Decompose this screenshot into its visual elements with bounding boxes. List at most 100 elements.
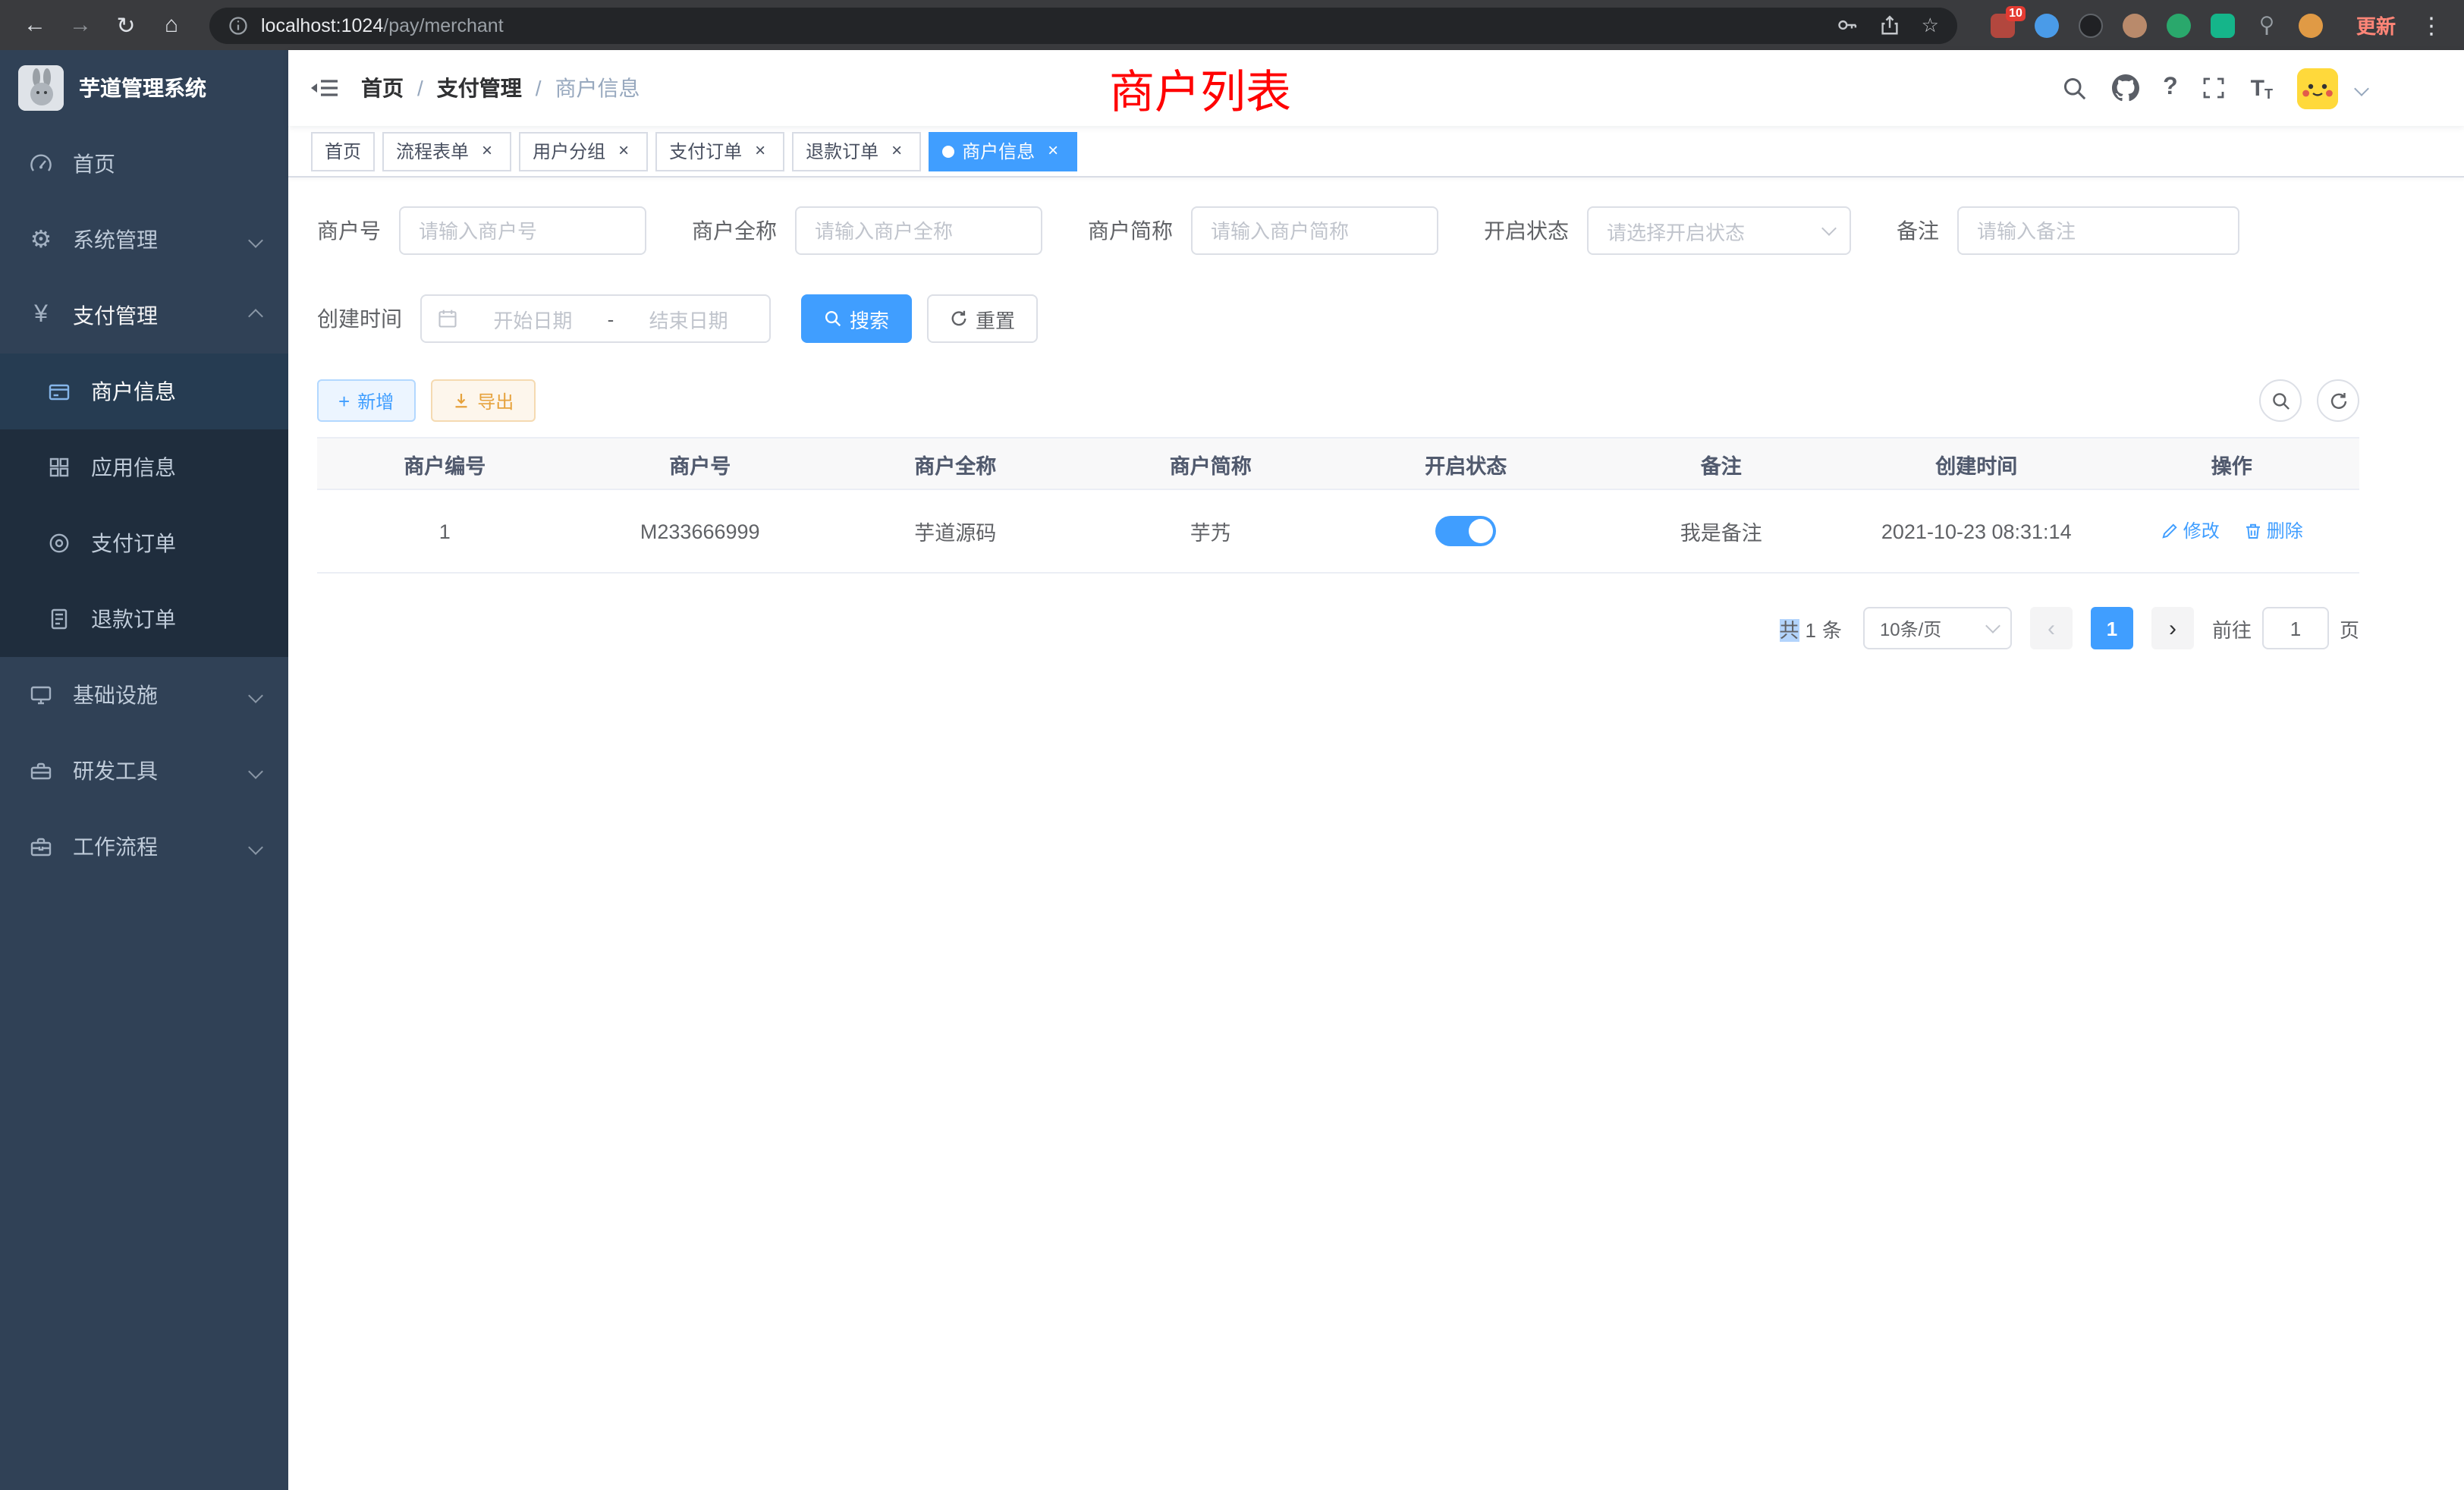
breadcrumb-item[interactable]: 支付管理 xyxy=(437,73,522,103)
sidebar-item-system[interactable]: ⚙ 系统管理 xyxy=(0,202,288,278)
sidebar-menu: 首页 ⚙ 系统管理 ¥ 支付管理 xyxy=(0,126,288,885)
search-button-label: 搜索 xyxy=(850,304,889,333)
logo-image xyxy=(18,65,64,111)
goto-page-input[interactable] xyxy=(2262,607,2329,649)
address-bar[interactable]: localhost:1024/pay/merchant ☆ xyxy=(209,7,1957,43)
profile-avatar-icon[interactable] xyxy=(2299,13,2323,37)
avatar[interactable] xyxy=(2297,68,2338,108)
tab-refund-order[interactable]: 退款订单× xyxy=(792,131,921,171)
sidebar-item-pay-order[interactable]: 支付订单 xyxy=(0,505,288,581)
bookmark-star-icon[interactable]: ☆ xyxy=(1922,13,1939,37)
password-key-icon[interactable] xyxy=(1837,14,1859,36)
url-text: localhost:1024/pay/merchant xyxy=(261,14,1824,36)
sidebar-item-home[interactable]: 首页 xyxy=(0,126,288,202)
browser-home-icon[interactable]: ⌂ xyxy=(152,5,191,45)
close-icon[interactable]: × xyxy=(1042,140,1064,162)
refresh-button[interactable] xyxy=(2317,379,2359,422)
close-icon[interactable]: × xyxy=(886,140,907,162)
sidebar-item-merchant-info[interactable]: 商户信息 xyxy=(0,354,288,429)
sidebar-item-dev-tools[interactable]: 研发工具 xyxy=(0,733,288,809)
extension-icon[interactable] xyxy=(2079,13,2103,37)
remark-label: 备注 xyxy=(1897,215,1939,246)
cell-status xyxy=(1338,489,1594,573)
sidebar-item-workflow[interactable]: 工作流程 xyxy=(0,809,288,885)
chevron-down-icon[interactable] xyxy=(2354,80,2369,96)
table-header-row: 商户编号 商户号 商户全称 商户简称 开启状态 备注 创建时间 操作 xyxy=(317,438,2359,489)
github-icon[interactable] xyxy=(2111,74,2139,102)
fullscreen-icon[interactable] xyxy=(2202,76,2227,100)
toggle-search-button[interactable] xyxy=(2259,379,2302,422)
filter-row-2: 创建时间 开始日期 - 结束日期 搜索 xyxy=(317,294,2359,343)
site-info-icon[interactable] xyxy=(228,14,249,36)
export-button[interactable]: 导出 xyxy=(430,379,535,422)
monitor-icon xyxy=(27,683,55,707)
pay-order-icon xyxy=(46,531,73,555)
status-toggle[interactable] xyxy=(1435,516,1496,546)
extension-icon[interactable] xyxy=(2211,13,2235,37)
sidebar-item-app-info[interactable]: 应用信息 xyxy=(0,429,288,505)
cell-merchant-no: M233666999 xyxy=(573,489,828,573)
next-page-button[interactable]: › xyxy=(2151,607,2194,649)
sidebar-toggle-icon[interactable] xyxy=(311,76,338,100)
share-icon[interactable] xyxy=(1879,14,1902,36)
briefcase-icon xyxy=(27,835,55,859)
tab-user-group[interactable]: 用户分组 × xyxy=(519,131,648,171)
close-icon[interactable]: × xyxy=(750,140,771,162)
sidebar-item-label: 基础设施 xyxy=(73,680,158,710)
prev-page-button[interactable]: ‹ xyxy=(2030,607,2073,649)
edit-link[interactable]: 修改 xyxy=(2161,518,2220,544)
dashboard-icon xyxy=(27,152,55,176)
navbar-actions: ? TT xyxy=(2061,68,2367,108)
page-size-select[interactable]: 10条/页 xyxy=(1863,607,2012,649)
extensions-pin-icon[interactable] xyxy=(2255,13,2279,37)
browser-forward-icon[interactable]: → xyxy=(61,5,100,45)
pagination: 共1条 10条/页 ‹ 1 › 前往 页 xyxy=(317,607,2359,649)
browser-menu-icon[interactable]: ⋮ xyxy=(2420,11,2443,39)
remark-input[interactable] xyxy=(1957,206,2239,255)
browser-reload-icon[interactable]: ↻ xyxy=(106,5,146,45)
reset-button[interactable]: 重置 xyxy=(927,294,1038,343)
chevron-down-icon xyxy=(248,687,263,703)
sidebar-item-label: 研发工具 xyxy=(73,756,158,786)
date-separator: - xyxy=(608,307,614,330)
page-content: 商户号 商户全称 商户简称 开启状态 请选择开启状态 xyxy=(288,178,2464,1490)
breadcrumb-separator: / xyxy=(536,76,542,100)
cell-merchant-id: 1 xyxy=(317,489,573,573)
sidebar-item-payment[interactable]: ¥ 支付管理 xyxy=(0,278,288,354)
create-time-range-picker[interactable]: 开始日期 - 结束日期 xyxy=(420,294,771,343)
browser-update-button[interactable]: 更新 xyxy=(2356,11,2396,39)
sidebar-item-infra[interactable]: 基础设施 xyxy=(0,657,288,733)
page-number-button[interactable]: 1 xyxy=(2091,607,2133,649)
search-icon[interactable] xyxy=(2061,75,2087,101)
search-button[interactable]: 搜索 xyxy=(801,294,912,343)
merchant-no-input[interactable] xyxy=(399,206,646,255)
extension-icon[interactable] xyxy=(2167,13,2191,37)
font-size-icon[interactable]: TT xyxy=(2251,75,2273,101)
full-name-input[interactable] xyxy=(795,206,1042,255)
extension-icon[interactable] xyxy=(2035,13,2059,37)
tab-home[interactable]: 首页 xyxy=(311,131,375,171)
add-button[interactable]: + 新增 xyxy=(317,379,415,422)
status-select[interactable]: 请选择开启状态 xyxy=(1587,206,1851,255)
tab-merchant-info[interactable]: 商户信息× xyxy=(929,131,1077,171)
annotation-merchant-list: 商户列表 xyxy=(1109,55,1291,121)
extension-icon[interactable] xyxy=(2123,13,2147,37)
cell-actions: 修改 删除 xyxy=(2104,489,2360,573)
tabs-bar: 首页 流程表单× 用户分组 × 支付订单× 退款订单× 商户信息× xyxy=(288,126,2464,178)
tab-process-form[interactable]: 流程表单× xyxy=(382,131,511,171)
tab-pay-order[interactable]: 支付订单× xyxy=(655,131,784,171)
browser-back-icon[interactable]: ← xyxy=(15,5,55,45)
table-toolbar: + 新增 导出 xyxy=(317,379,2359,422)
extension-icon[interactable]: 10 xyxy=(1991,13,2015,37)
sidebar-item-refund-order[interactable]: 退款订单 xyxy=(0,581,288,657)
delete-link[interactable]: 删除 xyxy=(2244,518,2303,544)
help-icon[interactable]: ? xyxy=(2163,74,2178,102)
logo[interactable]: 芋道管理系统 xyxy=(0,50,288,126)
breadcrumb-item[interactable]: 首页 xyxy=(361,73,404,103)
sidebar-item-label: 应用信息 xyxy=(91,452,176,483)
chevron-down-icon xyxy=(1985,618,2000,633)
close-icon[interactable]: × xyxy=(613,140,634,162)
short-name-input[interactable] xyxy=(1191,206,1438,255)
close-icon[interactable]: × xyxy=(476,140,498,162)
tab-label: 用户分组 xyxy=(533,138,605,164)
